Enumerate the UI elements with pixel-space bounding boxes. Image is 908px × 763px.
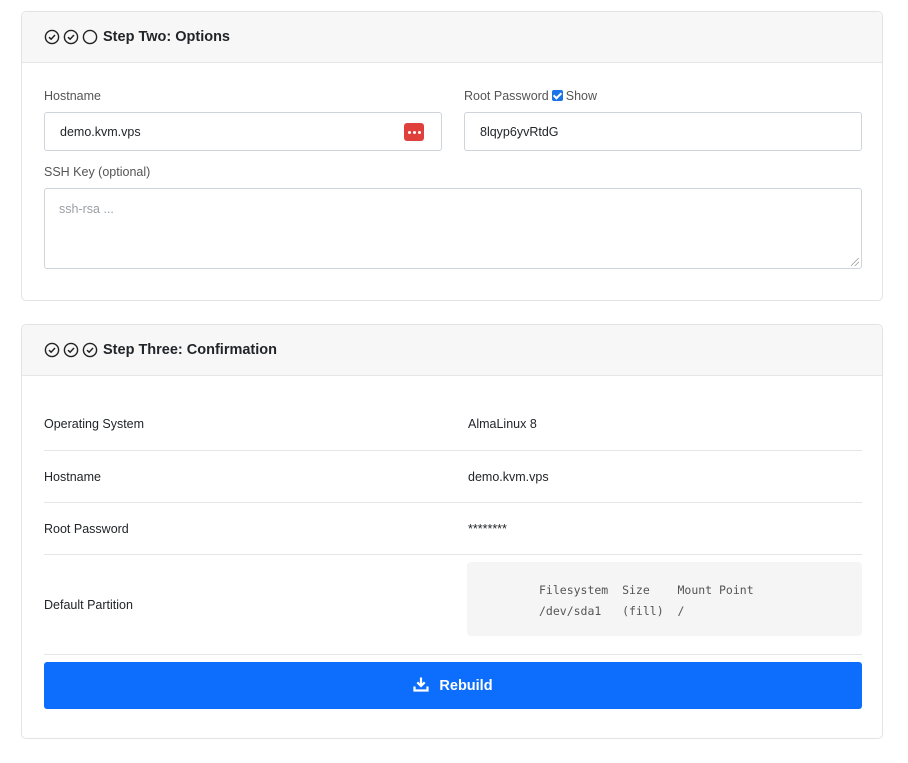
check-circle-icon (44, 29, 60, 45)
row-key: Hostname (44, 470, 101, 484)
check-circle-icon (44, 342, 60, 358)
show-password-label[interactable]: Show (566, 89, 597, 103)
step-indicators (44, 29, 98, 45)
rebuild-button[interactable]: Rebuild (44, 662, 862, 709)
show-password-checkbox[interactable] (551, 90, 563, 101)
root-password-label: Root Password (464, 89, 549, 103)
partition-table: Filesystem Size Mount Point /dev/sda1 (f… (467, 562, 862, 636)
step-two-header: Step Two: Options (22, 12, 882, 63)
download-icon (413, 676, 430, 696)
row-key: Root Password (44, 522, 129, 536)
resize-grip-icon[interactable] (851, 258, 859, 266)
row-value: ******** (468, 522, 507, 536)
hostname-input[interactable]: demo.kvm.vps (44, 112, 442, 151)
check-circle-icon (82, 342, 98, 358)
row-divider (44, 554, 862, 555)
empty-circle-icon (82, 29, 98, 45)
check-circle-icon (63, 29, 79, 45)
hostname-value: demo.kvm.vps (60, 124, 141, 139)
root-password-input[interactable]: 8lqyp6yvRtdG (464, 112, 862, 151)
root-password-value: 8lqyp6yvRtdG (480, 124, 559, 139)
step-two-title: Step Two: Options (103, 29, 230, 45)
check-circle-icon (63, 342, 79, 358)
row-divider (44, 654, 862, 655)
step-indicators (44, 342, 98, 358)
ssh-key-placeholder: ssh-rsa ... (59, 202, 114, 216)
row-key: Operating System (44, 417, 145, 431)
row-key: Default Partition (44, 598, 133, 612)
row-value: demo.kvm.vps (468, 470, 549, 484)
rebuild-label: Rebuild (439, 677, 493, 694)
root-password-label-row: Root Password Show (464, 89, 597, 103)
step-three-card: Step Three: Confirmation Operating Syste… (21, 324, 883, 739)
step-two-card: Step Two: Options Hostname demo.kvm.vps … (21, 11, 883, 301)
row-value: AlmaLinux 8 (468, 417, 537, 431)
ssh-key-label: SSH Key (optional) (44, 165, 151, 179)
step-three-title: Step Three: Confirmation (103, 342, 278, 358)
password-manager-icon[interactable] (404, 123, 424, 141)
ssh-key-textarea[interactable]: ssh-rsa ... (44, 188, 862, 269)
step-three-header: Step Three: Confirmation (22, 325, 882, 376)
row-divider (44, 502, 862, 503)
row-divider (44, 450, 862, 451)
hostname-label: Hostname (44, 89, 101, 103)
